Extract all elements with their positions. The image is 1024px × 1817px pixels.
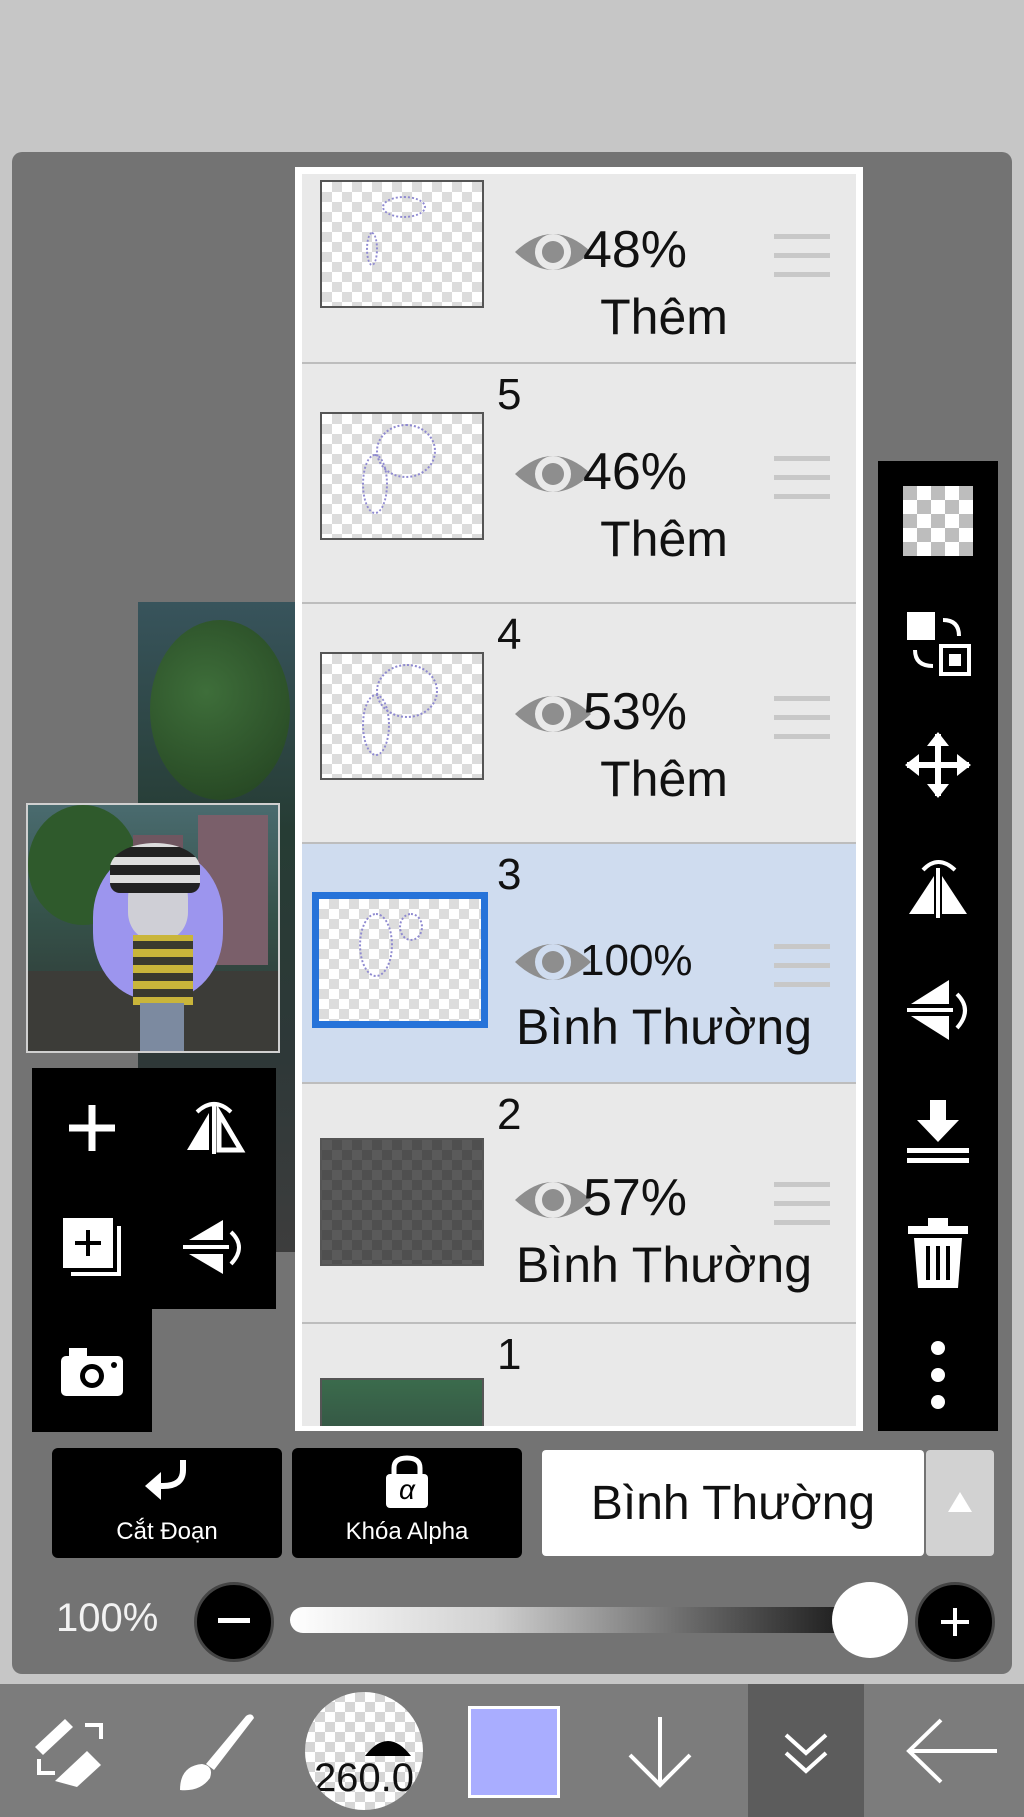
- minus-icon: [218, 1618, 250, 1623]
- layer-row-5[interactable]: 5 46% Thêm: [302, 364, 856, 604]
- double-chevron-down-icon[interactable]: [741, 1684, 871, 1817]
- layer-opacity: 53%: [582, 683, 688, 741]
- opacity-slider-thumb[interactable]: [832, 1582, 908, 1658]
- layer-number: 5: [497, 370, 522, 419]
- trash-icon[interactable]: [878, 1203, 998, 1303]
- layer-number: 3: [497, 850, 522, 899]
- blend-mode-dropdown-button[interactable]: [926, 1450, 994, 1556]
- alpha-symbol: α: [399, 1474, 415, 1505]
- layer-opacity: 46%: [582, 443, 688, 501]
- layer-opacity: 48%: [582, 221, 688, 279]
- drag-handle-icon[interactable]: [774, 1182, 830, 1226]
- swap-layers-icon[interactable]: [878, 593, 998, 693]
- camera-icon[interactable]: [42, 1321, 142, 1421]
- layer-row-4[interactable]: 4 53% Thêm: [302, 604, 856, 844]
- layer-blend-mode: Thêm: [600, 289, 728, 345]
- swap-tool-icon[interactable]: [5, 1684, 135, 1817]
- brush-shape-icon: [365, 1741, 411, 1756]
- add-layer-icon[interactable]: [42, 1078, 142, 1178]
- brush-size-indicator[interactable]: 260.0: [305, 1692, 423, 1810]
- layer-blend-mode: Bình Thường: [515, 1237, 813, 1293]
- layer-blend-mode: Thêm: [600, 751, 728, 807]
- opacity-decrease-button[interactable]: [194, 1582, 274, 1662]
- layer-number: 4: [497, 610, 522, 659]
- layer-actions-sidebar: [878, 461, 998, 1431]
- layer-row-6[interactable]: 6 48% Thêm: [302, 174, 856, 364]
- layer-row-1[interactable]: 1: [302, 1324, 856, 1426]
- layer-thumbnail: [320, 1378, 484, 1426]
- brush-size-value: 260.0: [313, 1756, 415, 1800]
- flip-vertical-icon[interactable]: [878, 959, 998, 1059]
- canvas-preview[interactable]: [26, 803, 280, 1053]
- layer-opacity: 57%: [582, 1169, 688, 1227]
- drag-handle-icon[interactable]: [774, 944, 830, 988]
- transparent-checker-icon[interactable]: [878, 471, 998, 571]
- layer-blend-mode: Thêm: [600, 511, 728, 567]
- blend-mode-select[interactable]: Bình Thường: [542, 1450, 924, 1556]
- layer-number: 6: [497, 174, 521, 180]
- clipping-arrow-icon: [145, 1460, 186, 1500]
- layer-opacity: 100%: [580, 936, 693, 985]
- more-vertical-icon[interactable]: [878, 1325, 998, 1425]
- drag-handle-icon[interactable]: [774, 456, 830, 500]
- alpha-lock-button[interactable]: α Khóa Alpha: [292, 1448, 522, 1558]
- layer-thumbnail: [320, 652, 484, 780]
- drag-handle-icon[interactable]: [774, 696, 830, 740]
- layer-thumbnail-selected: [312, 892, 488, 1028]
- plus-icon: [941, 1608, 969, 1636]
- arrow-down-icon[interactable]: [595, 1684, 725, 1817]
- layer-list: 6 48% Thêm 5 46% Thêm 4: [295, 167, 863, 1431]
- canvas-tree: [150, 620, 290, 800]
- flip-horizontal-icon[interactable]: [878, 837, 998, 937]
- duplicate-layer-icon[interactable]: [42, 1197, 142, 1297]
- clipping-button[interactable]: Cắt Đoạn: [52, 1448, 282, 1558]
- blend-mode-value: Bình Thường: [590, 1477, 876, 1530]
- triangle-up-icon: [948, 1492, 972, 1512]
- color-swatch[interactable]: [468, 1706, 560, 1798]
- flip-layer-horizontal-icon[interactable]: [164, 1078, 264, 1178]
- move-icon[interactable]: [878, 715, 998, 815]
- layer-thumbnail: [320, 412, 484, 540]
- back-arrow-icon[interactable]: [888, 1684, 1018, 1817]
- layer-thumbnail: [320, 180, 484, 308]
- merge-down-icon[interactable]: [878, 1081, 998, 1181]
- flip-layer-vertical-icon[interactable]: [164, 1197, 264, 1297]
- layer-row-3[interactable]: 3 100% Bình Thường: [302, 844, 856, 1084]
- brush-icon[interactable]: [150, 1684, 280, 1817]
- layer-thumbnail: [320, 1138, 484, 1266]
- clipping-label: Cắt Đoạn: [116, 1518, 218, 1545]
- opacity-value: 100%: [56, 1596, 159, 1640]
- alpha-lock-label: Khóa Alpha: [345, 1518, 469, 1545]
- drag-handle-icon[interactable]: [774, 234, 830, 278]
- opacity-increase-button[interactable]: [915, 1582, 995, 1662]
- layer-blend-mode: Bình Thường: [515, 999, 813, 1055]
- layer-number: 1: [497, 1330, 522, 1379]
- layer-number: 2: [497, 1090, 522, 1139]
- layer-row-2[interactable]: 2 57% Bình Thường: [302, 1084, 856, 1324]
- opacity-slider-track[interactable]: [290, 1607, 870, 1633]
